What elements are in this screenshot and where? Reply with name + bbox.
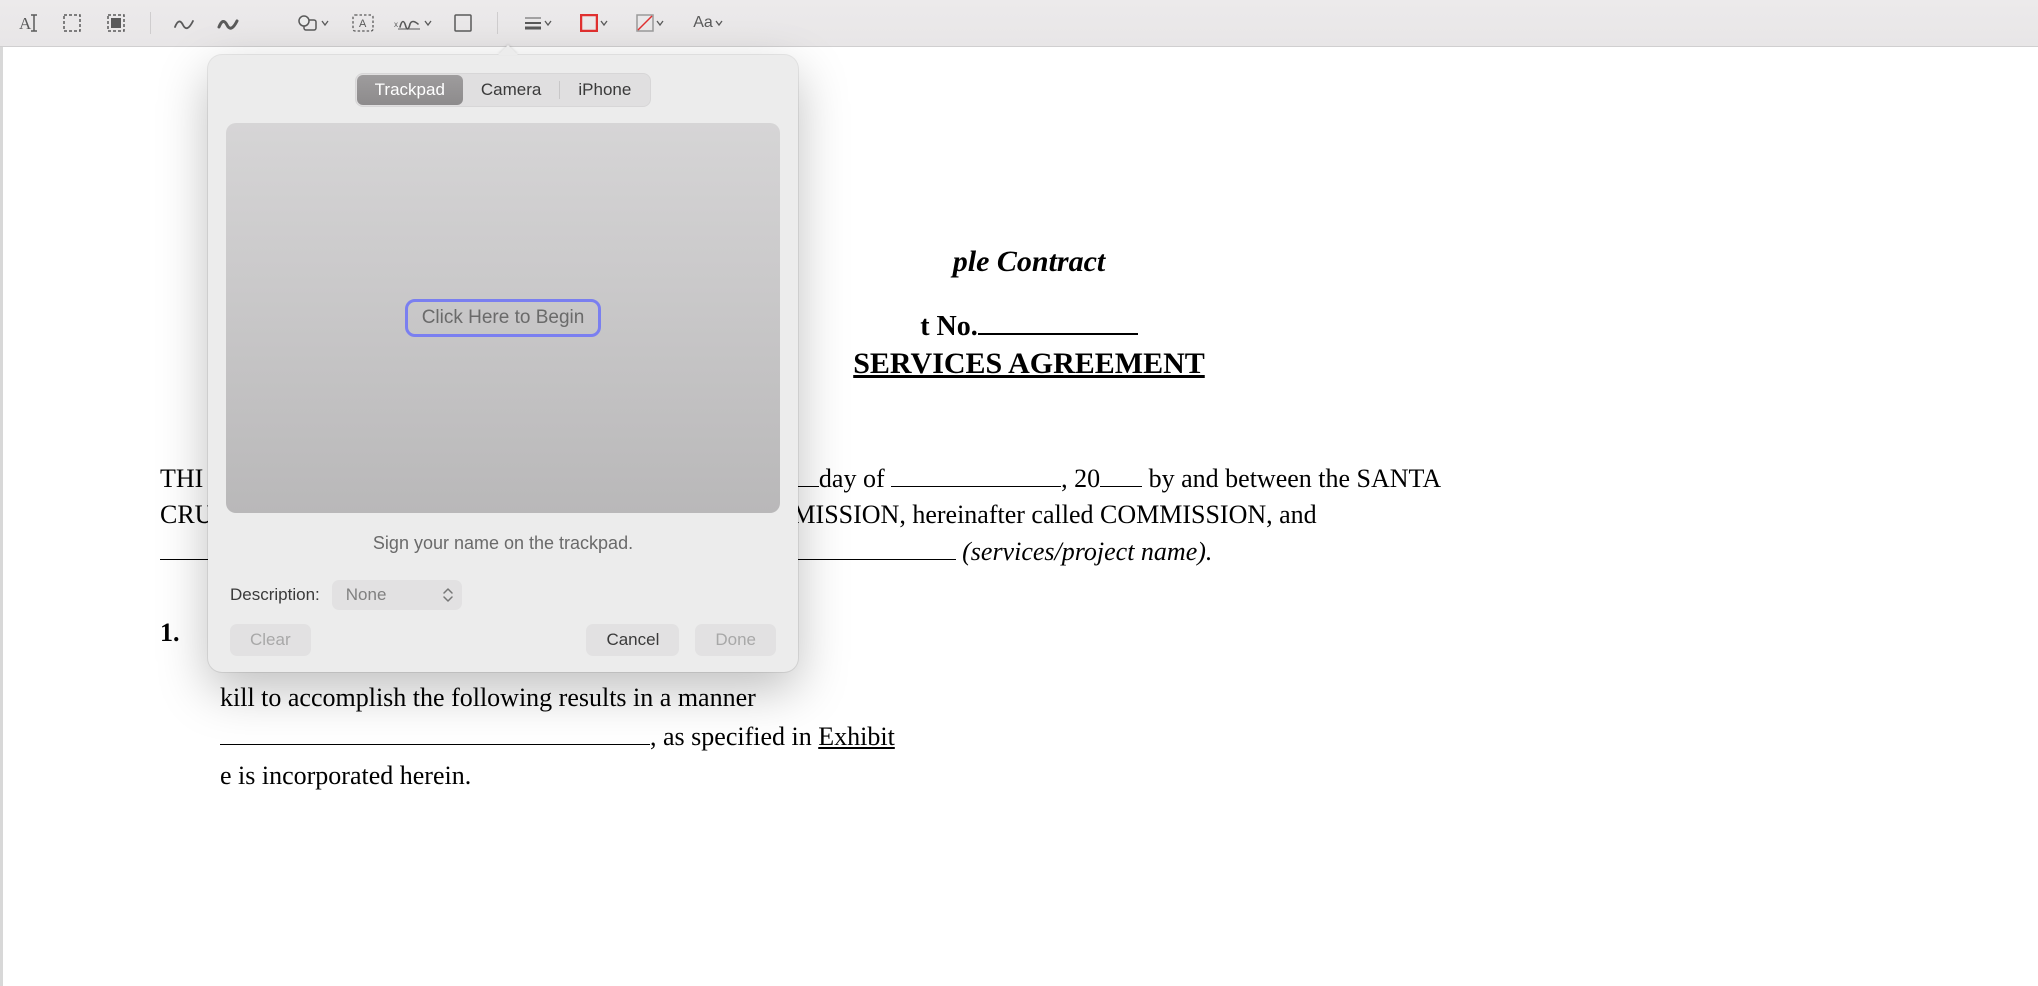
popover-arrow (498, 45, 518, 55)
description-label: Description: (230, 585, 320, 605)
done-button[interactable]: Done (695, 624, 776, 656)
tab-iphone[interactable]: iPhone (560, 75, 649, 105)
svg-text:A: A (359, 18, 367, 30)
blank-month (891, 486, 1061, 487)
para1-20: , 20 (1061, 464, 1100, 493)
chevron-down-icon (321, 19, 329, 27)
chevron-down-icon (715, 19, 723, 27)
para2-specified: , as specified in (650, 722, 818, 751)
click-to-begin-button[interactable]: Click Here to Begin (405, 299, 602, 337)
popover-button-row: Clear Cancel Done (226, 624, 780, 656)
signature-source-tabs: Trackpad Camera iPhone (226, 73, 780, 107)
fill-color-tool[interactable] (624, 7, 676, 39)
note-tool[interactable] (443, 7, 483, 39)
tab-trackpad[interactable]: Trackpad (357, 75, 463, 105)
updown-stepper-icon (442, 587, 454, 603)
blank-line (220, 744, 650, 745)
contract-no-blank (978, 333, 1138, 335)
para1-services-name: (services/project name). (962, 537, 1212, 566)
text-style-label: Aa (693, 14, 713, 32)
rect-selection-tool[interactable] (52, 7, 92, 39)
chevron-down-icon (424, 19, 432, 27)
chevron-down-icon (544, 19, 552, 27)
border-color-tool[interactable] (568, 7, 620, 39)
page-edge (0, 47, 3, 986)
draw-tool[interactable] (209, 7, 249, 39)
sign-tool[interactable]: x (387, 7, 439, 39)
signature-instruction: Sign your name on the trackpad. (226, 533, 780, 554)
para2-incorporated: e is incorporated herein. (220, 761, 471, 790)
shapes-tool[interactable] (287, 7, 339, 39)
description-value: None (346, 585, 387, 604)
chevron-down-icon (600, 19, 608, 27)
toolbar-separator (150, 12, 151, 34)
tab-camera[interactable]: Camera (463, 75, 559, 105)
blank-year (1100, 486, 1142, 487)
description-row: Description: None (226, 580, 780, 610)
description-select[interactable]: None (332, 580, 462, 610)
para1-dayof: day of (819, 464, 891, 493)
signature-canvas[interactable]: Click Here to Begin (226, 123, 780, 513)
paragraph-2: kill to accomplish the following results… (80, 678, 1978, 795)
toolbar-separator (497, 12, 498, 34)
para1-frag-thi: THI (160, 464, 203, 493)
cancel-button[interactable]: Cancel (586, 624, 679, 656)
chevron-down-icon (656, 19, 664, 27)
para2-line1: kill to accomplish the following results… (220, 683, 756, 712)
font-style-tool[interactable]: Aa (680, 7, 736, 39)
para1-frag-cru: CRU (160, 500, 213, 529)
markup-toolbar: A A x Aa (0, 0, 2038, 47)
sketch-tool[interactable] (165, 7, 205, 39)
text-selection-tool[interactable]: A (8, 7, 48, 39)
para2-exhibit: Exhibit (818, 722, 895, 751)
signature-popover: Trackpad Camera iPhone Click Here to Beg… (208, 55, 798, 672)
rect-selection-filled-tool[interactable] (96, 7, 136, 39)
text-box-tool[interactable]: A (343, 7, 383, 39)
svg-text:A: A (19, 14, 32, 33)
svg-text:x: x (394, 20, 398, 29)
contract-no-label: t No. (920, 311, 978, 342)
border-style-tool[interactable] (512, 7, 564, 39)
clear-button[interactable]: Clear (230, 624, 311, 656)
para1-byand: by and between the SANTA (1142, 464, 1441, 493)
